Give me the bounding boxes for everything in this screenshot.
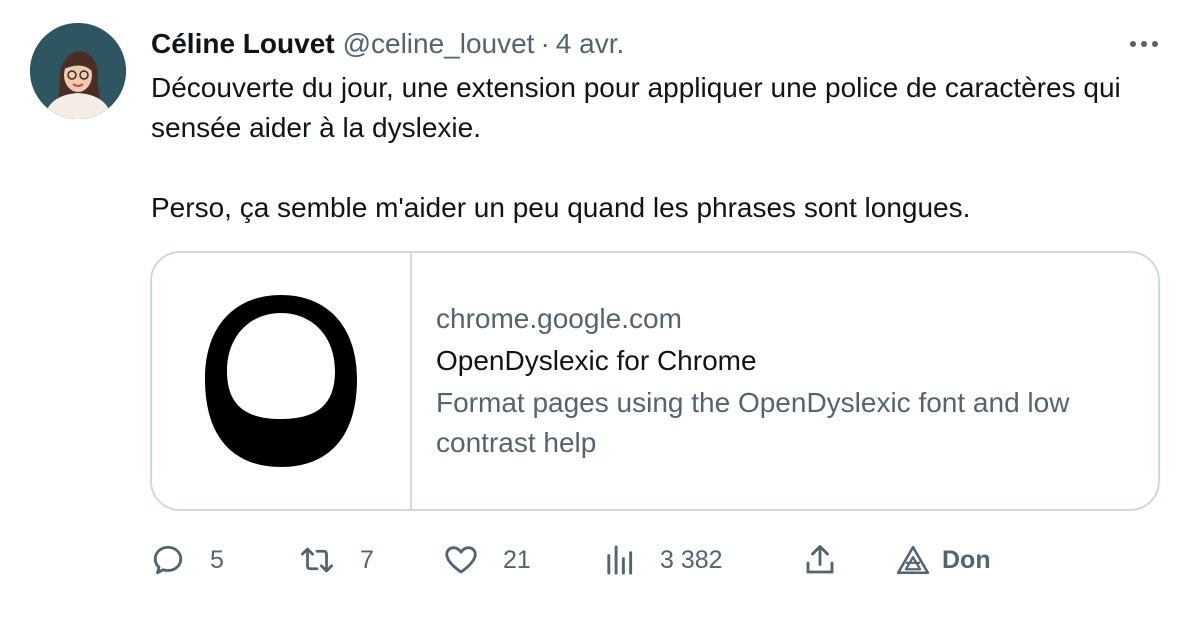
card-domain: chrome.google.com [436, 303, 682, 334]
donate-label: Don [942, 545, 991, 574]
tweet-text-paragraph-2: Perso, ça semble m'aider un peu quand le… [151, 192, 971, 223]
like-button[interactable]: 21 [443, 537, 531, 583]
donate-button[interactable]: Don [896, 537, 991, 583]
tweet-actions: 5 7 21 3 382 Don [0, 537, 1192, 583]
header-separator: · [540, 28, 550, 59]
tweet-text: Découverte du jour, une extension pour a… [151, 68, 1141, 228]
card-body: chrome.google.com OpenDyslexic for Chrom… [412, 253, 1158, 509]
card-title: OpenDyslexic for Chrome [436, 345, 757, 376]
views-count: 3 382 [660, 545, 723, 574]
link-card[interactable]: chrome.google.com OpenDyslexic for Chrom… [150, 251, 1160, 511]
views-button[interactable]: 3 382 [604, 537, 723, 583]
views-icon [607, 545, 633, 575]
avatar-image [30, 23, 126, 119]
retweet-button[interactable]: 7 [298, 537, 374, 583]
donate-icon [896, 545, 930, 575]
retweet-count: 7 [360, 545, 374, 574]
retweet-icon [300, 547, 334, 573]
author-handle[interactable]: @celine_louvet [343, 26, 535, 62]
author-name[interactable]: Céline Louvet [151, 26, 335, 62]
more-button[interactable] [1124, 24, 1164, 64]
reply-count: 5 [210, 545, 224, 574]
heart-icon [445, 546, 477, 574]
reply-icon [153, 545, 183, 575]
share-icon [806, 545, 834, 574]
opendyslexic-o-logo-icon [205, 295, 357, 467]
like-count: 21 [503, 545, 531, 574]
tweet-date[interactable]: 4 avr. [556, 26, 624, 62]
tweet-header: Céline Louvet @celine_louvet · 4 avr. [151, 26, 624, 62]
tweet-text-paragraph-1: Découverte du jour, une extension pour a… [151, 72, 1121, 143]
card-thumbnail [152, 253, 412, 509]
share-button[interactable] [803, 537, 837, 583]
card-description: Format pages using the OpenDyslexic font… [436, 387, 1070, 458]
reply-button[interactable]: 5 [150, 537, 224, 583]
more-icon [1130, 41, 1158, 47]
avatar[interactable] [30, 23, 126, 119]
